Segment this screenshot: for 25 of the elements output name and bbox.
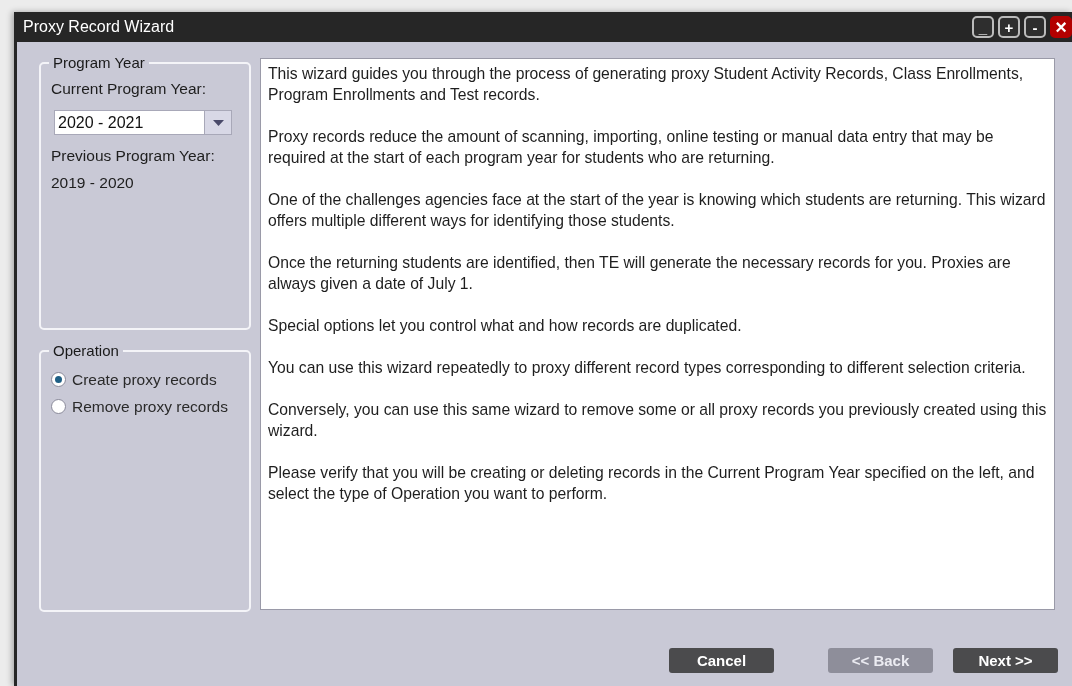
group-legend: Operation bbox=[49, 342, 123, 360]
close-button[interactable]: × bbox=[1050, 16, 1072, 38]
radio-label[interactable]: Create proxy records bbox=[72, 370, 217, 389]
maximize-button[interactable]: + bbox=[998, 16, 1020, 38]
description-paragraph: Proxy records reduce the amount of scanning, importing, online testing or manual data entry that may be required at the start of each program year for students who are returning. bbox=[268, 127, 995, 168]
description-paragraph: You can use this wizard repeatedly to proxy different record types corresponding to different selection criteria. bbox=[268, 358, 1027, 378]
wizard-button[interactable]: Cancel bbox=[669, 648, 774, 673]
radio-button[interactable] bbox=[51, 372, 66, 387]
description-paragraph: Once the returning students are identified, then TE will generate the necessary records for you. Proxies are always given a date of July 1. bbox=[268, 253, 1012, 294]
window-title: Proxy Record Wizard bbox=[23, 18, 175, 36]
field-label: Current Program Year: bbox=[51, 79, 208, 99]
radio-label[interactable]: Remove proxy records bbox=[72, 397, 228, 416]
year-dropdown[interactable]: 2020 - 2021 bbox=[54, 110, 232, 135]
description-paragraph: Please verify that you will be creating or deleting records in the Current Program Year specified on the left, and select the type of Operation you want to perform. bbox=[268, 463, 1036, 504]
description-paragraph: Special options let you control what and how records are duplicated. bbox=[268, 316, 743, 336]
description-paragraph: Conversely, you can use this same wizard to remove some or all proxy records you previously created using this wizard. bbox=[268, 400, 1048, 441]
wizard-button[interactable]: Next >> bbox=[953, 648, 1058, 673]
radio-button[interactable] bbox=[51, 399, 66, 414]
restore-button[interactable]: - bbox=[1024, 16, 1046, 38]
description-paragraph: This wizard guides you through the process of generating proxy Student Activity Records, Class Enrollments, Program Enrollments and Test records. bbox=[268, 64, 1025, 105]
field-value: 2019 - 2020 bbox=[51, 173, 135, 193]
description-paragraph: One of the challenges agencies face at the start of the year is knowing which students are returning. This wizard offers multiple different ways for identifying those students. bbox=[268, 190, 1047, 231]
minimize-button[interactable]: _ bbox=[972, 16, 994, 38]
dropdown-arrow-icon bbox=[212, 119, 224, 126]
field-label: Previous Program Year: bbox=[51, 146, 216, 166]
